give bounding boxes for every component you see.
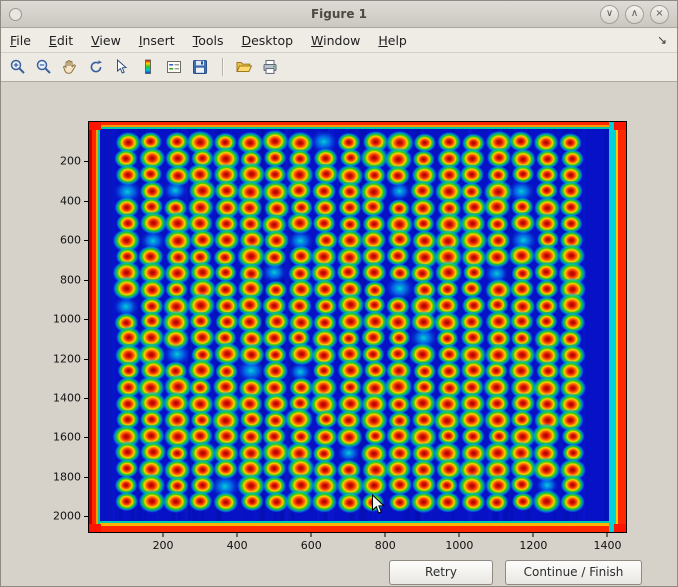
printer-icon <box>261 58 279 76</box>
legend-icon <box>165 58 183 76</box>
x-tick-label: 1200 <box>519 539 547 552</box>
open-file-button[interactable] <box>231 54 257 80</box>
y-tick-label: 1200 <box>53 352 81 365</box>
x-tick-label: 400 <box>227 539 248 552</box>
zoom-in-button[interactable] <box>5 54 31 80</box>
maximize-button[interactable]: ∧ <box>625 5 644 24</box>
data-cursor-icon <box>113 58 131 76</box>
y-tick-mark <box>84 319 88 320</box>
data-cursor-button[interactable] <box>109 54 135 80</box>
x-tick-label: 200 <box>153 539 174 552</box>
insert-colorbar-button[interactable] <box>135 54 161 80</box>
print-button[interactable] <box>257 54 283 80</box>
y-tick-mark <box>84 201 88 202</box>
toolbar <box>1 53 677 82</box>
minimize-button[interactable]: ∨ <box>600 5 619 24</box>
zoom-out-icon <box>35 58 53 76</box>
y-tick-label: 1400 <box>53 391 81 404</box>
y-tick-mark <box>84 516 88 517</box>
y-tick-label: 800 <box>60 273 81 286</box>
menu-item-desktop[interactable]: Desktop <box>232 30 302 51</box>
window-controls: ∨ ∧ × <box>600 5 677 24</box>
x-tick-mark <box>237 533 238 537</box>
zoom-out-button[interactable] <box>31 54 57 80</box>
heatmap-canvas[interactable] <box>89 122 626 532</box>
y-tick-label: 200 <box>60 155 81 168</box>
y-tick-mark <box>84 359 88 360</box>
y-tick-label: 1000 <box>53 313 81 326</box>
rotate-3d-icon <box>87 58 105 76</box>
x-tick-mark <box>385 533 386 537</box>
pan-hand-icon <box>61 58 79 76</box>
y-tick-label: 400 <box>60 194 81 207</box>
rotate-3d-button[interactable] <box>83 54 109 80</box>
x-tick-label: 600 <box>301 539 322 552</box>
menu-item-file[interactable]: File <box>1 30 40 51</box>
zoom-in-icon <box>9 58 27 76</box>
save-icon <box>191 58 209 76</box>
retry-button[interactable]: Retry <box>389 560 493 585</box>
menu-item-help[interactable]: Help <box>369 30 416 51</box>
menu-item-view[interactable]: View <box>82 30 130 51</box>
continue-finish-button[interactable]: Continue / Finish <box>505 560 642 585</box>
menu-item-tools[interactable]: Tools <box>184 30 233 51</box>
pan-button[interactable] <box>57 54 83 80</box>
open-folder-icon <box>235 58 253 76</box>
x-tick-mark <box>607 533 608 537</box>
close-button[interactable]: × <box>650 5 669 24</box>
menu-item-edit[interactable]: Edit <box>40 30 82 51</box>
y-tick-mark <box>84 437 88 438</box>
window-title: Figure 1 <box>1 7 677 21</box>
x-tick-mark <box>459 533 460 537</box>
x-tick-mark <box>163 533 164 537</box>
x-tick-mark <box>311 533 312 537</box>
menu-item-window[interactable]: Window <box>302 30 369 51</box>
y-tick-mark <box>84 161 88 162</box>
dock-figure-icon[interactable]: ↘ <box>657 33 677 47</box>
menu-item-insert[interactable]: Insert <box>130 30 184 51</box>
y-tick-label: 600 <box>60 234 81 247</box>
y-tick-label: 1800 <box>53 470 81 483</box>
x-tick-label: 800 <box>375 539 396 552</box>
y-tick-label: 1600 <box>53 431 81 444</box>
x-tick-label: 1000 <box>445 539 473 552</box>
colorbar-icon <box>139 58 157 76</box>
figure-window: Figure 1 ∨ ∧ × File Edit View Insert Too… <box>0 0 678 587</box>
figure-area: Retry Continue / Finish 200 400 600 800 1000… <box>1 82 677 587</box>
x-tick-label: 1400 <box>593 539 621 552</box>
toolbar-separator <box>222 58 224 76</box>
insert-legend-button[interactable] <box>161 54 187 80</box>
titlebar[interactable]: Figure 1 ∨ ∧ × <box>1 1 677 28</box>
y-tick-mark <box>84 240 88 241</box>
y-tick-mark <box>84 398 88 399</box>
axes <box>88 121 627 533</box>
y-tick-mark <box>84 477 88 478</box>
menubar: File Edit View Insert Tools Desktop Wind… <box>1 28 677 53</box>
x-tick-mark <box>533 533 534 537</box>
save-button[interactable] <box>187 54 213 80</box>
y-tick-label: 2000 <box>53 510 81 523</box>
y-tick-mark <box>84 280 88 281</box>
